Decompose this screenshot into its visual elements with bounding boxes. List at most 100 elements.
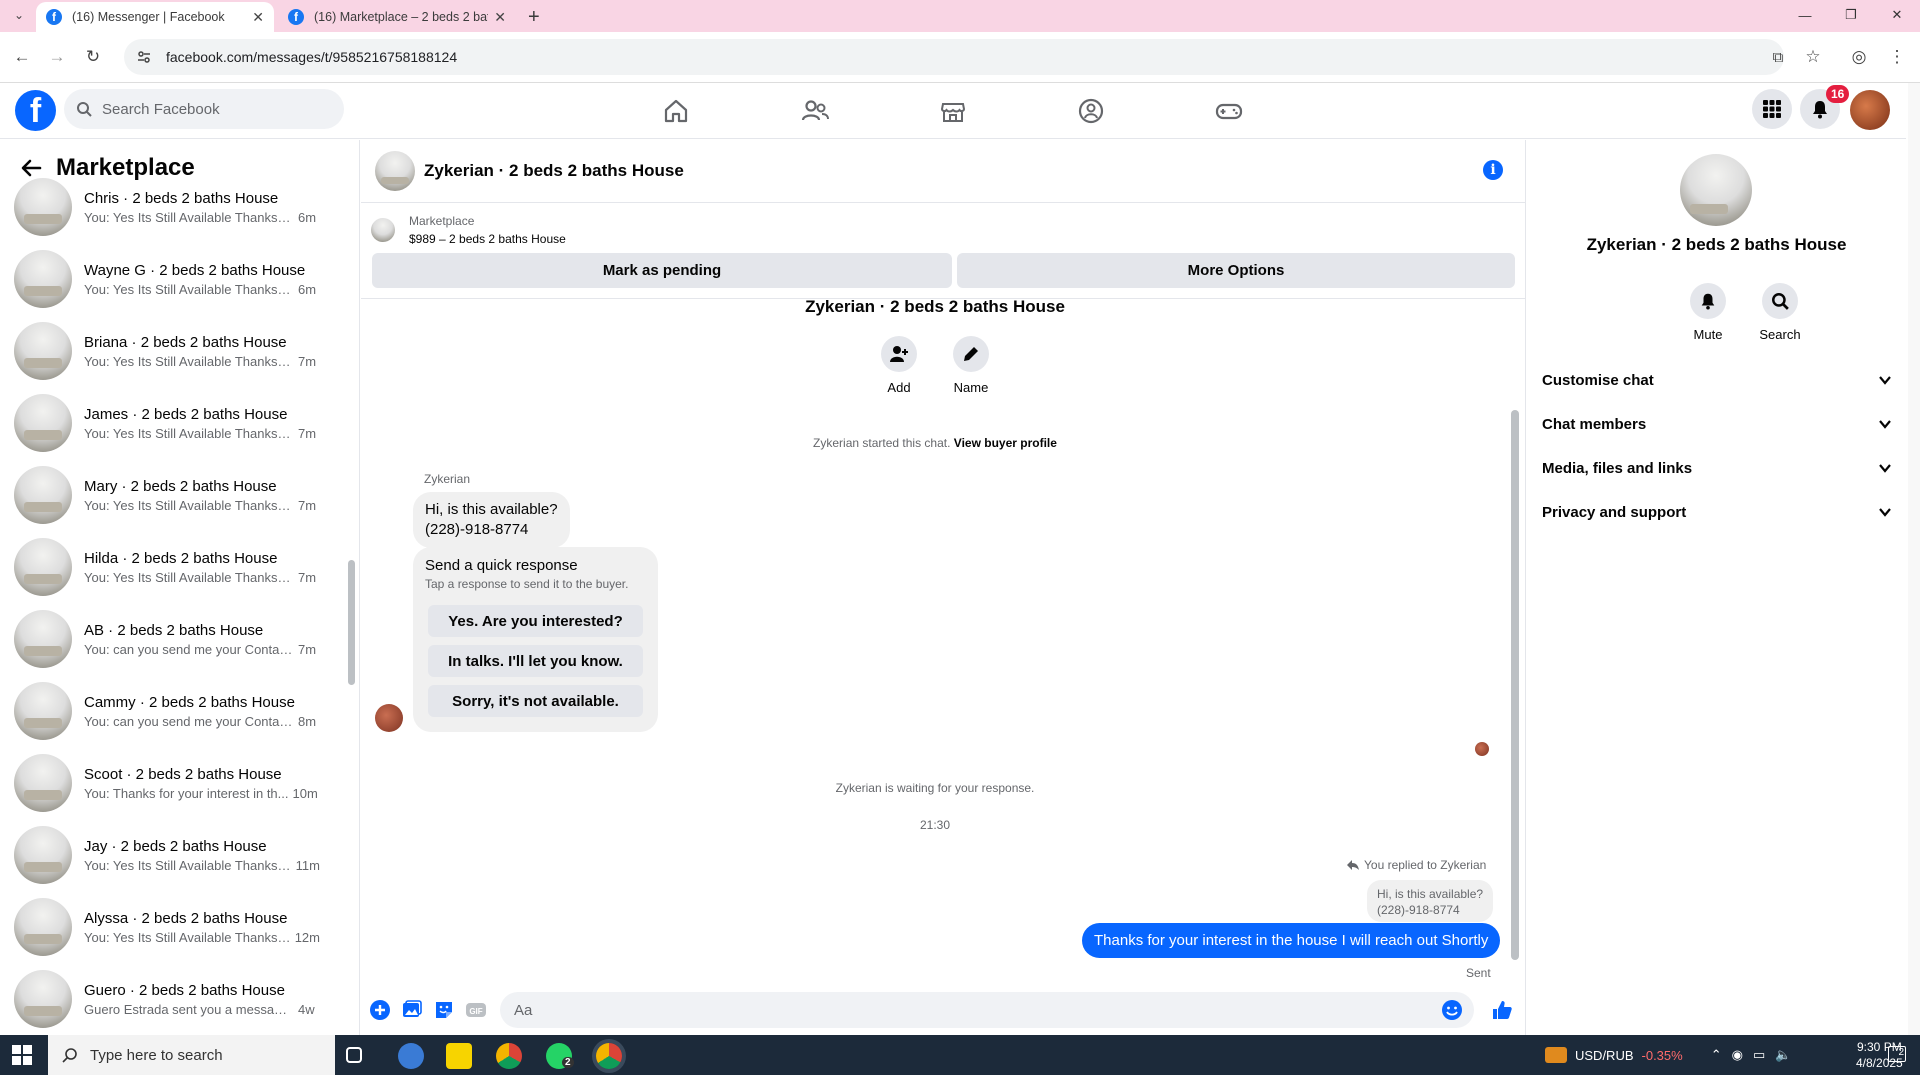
photo-icon[interactable] [401, 999, 423, 1021]
chat-list-scrollbar[interactable] [348, 560, 355, 685]
profile-icon[interactable]: ◎ [1846, 44, 1872, 70]
listing-thumbnail [14, 970, 72, 1028]
network-icon[interactable]: ▭ [1753, 1047, 1765, 1063]
listing-thumbnail [14, 898, 72, 956]
message-timestamp: 21:30 [919, 818, 951, 832]
currency-widget-icon[interactable] [1545, 1047, 1567, 1063]
close-tab-icon[interactable]: ✕ [494, 9, 506, 26]
chevron-down-icon [1879, 420, 1891, 429]
listing-summary[interactable]: Marketplace $989 – 2 beds 2 baths House [371, 212, 566, 248]
task-view-icon[interactable] [346, 1047, 362, 1063]
facebook-search-bar[interactable]: Search Facebook [64, 89, 344, 129]
site-settings-icon[interactable] [136, 49, 152, 65]
more-options-button[interactable]: More Options [957, 253, 1515, 288]
sticker-icon[interactable] [433, 999, 455, 1021]
friends-icon[interactable] [800, 96, 830, 126]
chat-list-item[interactable]: Guero · 2 beds 2 baths House Guero Estrad… [0, 963, 340, 1035]
tray-chevron-icon[interactable]: ⌃ [1711, 1047, 1722, 1063]
gif-icon[interactable]: GIF [465, 999, 487, 1021]
currency-pair[interactable]: USD/RUB [1575, 1048, 1634, 1063]
conversation-thumbnail[interactable] [375, 151, 415, 191]
sticky-notes-icon[interactable] [446, 1043, 472, 1069]
listing-thumbnail [14, 322, 72, 380]
tab-messenger[interactable]: f (16) Messenger | Facebook ✕ [36, 2, 274, 32]
quick-response-in-talks-button[interactable]: In talks. I'll let you know. [428, 645, 643, 677]
mute-button[interactable]: Mute [1678, 283, 1738, 342]
emoji-icon[interactable] [1441, 999, 1463, 1021]
privacy-support-section[interactable]: Privacy and support [1542, 494, 1892, 530]
url-bar[interactable]: facebook.com/messages/t/9585216758188124 [124, 39, 1784, 75]
back-icon[interactable]: ← [9, 44, 35, 70]
taskbar-search[interactable]: Type here to search [48, 1035, 335, 1075]
conversation-title[interactable]: Zykerian · 2 beds 2 baths House [424, 161, 684, 181]
view-buyer-profile-link[interactable]: View buyer profile [954, 436, 1057, 450]
close-window-icon[interactable]: ✕ [1874, 0, 1920, 30]
facebook-top-bar: f Search Facebook 16 [0, 83, 1906, 139]
info-icon[interactable]: i [1483, 160, 1503, 180]
tab-marketplace[interactable]: f (16) Marketplace – 2 beds 2 bat ✕ [278, 2, 516, 32]
conversation-scrollbar[interactable] [1511, 410, 1519, 960]
gaming-icon[interactable] [1214, 96, 1244, 126]
chat-list-item[interactable]: Cammy · 2 beds 2 baths House You: can you… [0, 675, 340, 747]
volume-icon[interactable]: 🔈 [1775, 1047, 1791, 1063]
thumbs-up-icon[interactable] [1491, 999, 1513, 1021]
facebook-logo[interactable]: f [15, 90, 56, 131]
chat-list-item[interactable]: Alyssa · 2 beds 2 baths House You: Yes It… [0, 891, 340, 963]
restore-icon[interactable]: ❐ [1828, 0, 1874, 30]
chat-info-thumbnail[interactable] [1680, 154, 1752, 226]
chat-snippet: You: Yes Its Still Available Thanks fo..… [84, 281, 294, 297]
whatsapp-icon[interactable]: 2 [546, 1043, 574, 1069]
chat-snippet: You: Yes Its Still Available Thanks f... [84, 929, 291, 945]
page-scrollbar[interactable] [1908, 83, 1920, 1035]
menu-grid-button[interactable] [1752, 89, 1792, 129]
name-chat-button[interactable]: Name [941, 336, 1001, 395]
bookmark-star-icon[interactable]: ☆ [1800, 44, 1826, 70]
chat-list-item[interactable]: Briana · 2 beds 2 baths House You: Yes It… [0, 315, 340, 387]
chat-list-item[interactable]: James · 2 beds 2 baths House You: Yes Its… [0, 387, 340, 459]
buyer-avatar[interactable] [375, 704, 403, 732]
quoted-message[interactable]: Hi, is this available? (228)-918-8774 [1367, 880, 1494, 922]
chat-members-section[interactable]: Chat members [1542, 406, 1892, 442]
facebook-favicon-icon: f [288, 9, 304, 25]
close-tab-icon[interactable]: ✕ [252, 9, 264, 26]
quick-response-not-available-button[interactable]: Sorry, it's not available. [428, 685, 643, 717]
minimize-icon[interactable]: — [1782, 0, 1828, 30]
chat-list-item[interactable]: Scoot · 2 beds 2 baths House You: Thanks … [0, 747, 340, 819]
windows-start-icon[interactable] [12, 1045, 32, 1065]
account-avatar[interactable] [1850, 90, 1890, 130]
tab-search-dropdown-icon[interactable]: ⌄ [6, 2, 32, 28]
notification-center-icon[interactable]: 2 [1888, 1046, 1906, 1062]
browser-tab-bar: ⌄ f (16) Messenger | Facebook ✕ f (16) M… [0, 0, 1920, 32]
section-label: Chat members [1542, 415, 1647, 433]
chat-list-item[interactable]: Mary · 2 beds 2 baths House You: Yes Its … [0, 459, 340, 531]
chat-list-item[interactable]: Wayne G · 2 beds 2 baths House You: Yes I… [0, 243, 340, 315]
chrome-icon[interactable] [496, 1043, 522, 1069]
home-icon[interactable] [661, 96, 691, 126]
reload-icon[interactable]: ↻ [80, 44, 106, 70]
forward-icon[interactable]: → [44, 44, 70, 70]
tray-app-icon[interactable]: ◉ [1732, 1047, 1743, 1063]
outgoing-message-bubble[interactable]: Thanks for your interest in the house I … [1082, 923, 1501, 958]
new-tab-button[interactable]: + [518, 2, 548, 32]
groups-icon[interactable] [1076, 96, 1106, 126]
add-person-icon [890, 346, 908, 362]
chat-list-item[interactable]: Jay · 2 beds 2 baths House You: Yes Its S… [0, 819, 340, 891]
incoming-message-bubble[interactable]: Hi, is this available? (228)-918-8774 [413, 492, 570, 548]
customise-chat-section[interactable]: Customise chat [1542, 362, 1892, 398]
browser-menu-icon[interactable]: ⋮ [1884, 44, 1910, 70]
chat-list-item[interactable]: AB · 2 beds 2 baths House You: can you se… [0, 603, 340, 675]
marketplace-icon[interactable] [938, 96, 968, 126]
search-in-chat-button[interactable]: Search [1750, 283, 1810, 342]
install-app-icon[interactable]: ⧉ [1765, 44, 1791, 70]
plus-circle-icon[interactable] [369, 999, 391, 1021]
chat-list-item[interactable]: Chris · 2 beds 2 baths House You: Yes Its… [0, 171, 340, 243]
quick-response-yes-button[interactable]: Yes. Are you interested? [428, 605, 643, 637]
add-people-button[interactable]: Add [869, 336, 929, 395]
mark-as-pending-button[interactable]: Mark as pending [372, 253, 952, 288]
quick-response-title: Send a quick response [425, 557, 578, 574]
media-files-links-section[interactable]: Media, files and links [1542, 450, 1892, 486]
chrome-profile-icon[interactable] [596, 1043, 622, 1069]
chat-list-item[interactable]: Hilda · 2 beds 2 baths House You: Yes Its… [0, 531, 340, 603]
weather-app-icon[interactable] [398, 1043, 424, 1069]
message-input[interactable] [500, 992, 1474, 1028]
